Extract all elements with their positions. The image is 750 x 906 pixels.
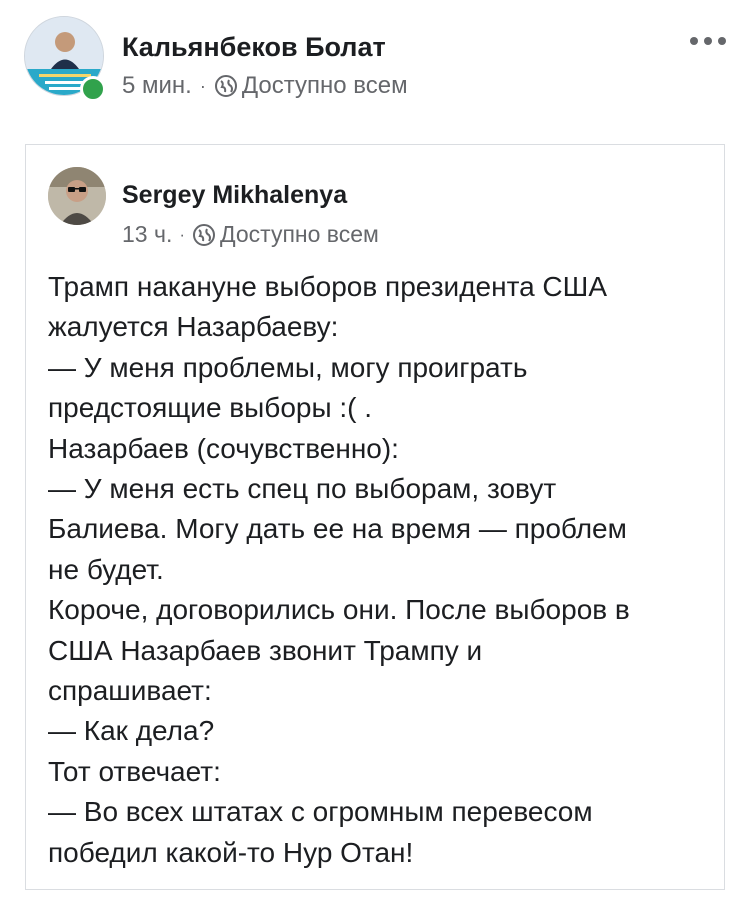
post-text-line: — У меня есть спец по выборам, зовут bbox=[48, 473, 557, 505]
post-text-line: Назарбаев (сочувственно): bbox=[48, 432, 399, 464]
more-options-button[interactable] bbox=[690, 34, 726, 48]
post-text-line: — У меня проблемы, могу проиграть bbox=[48, 351, 528, 383]
more-dot-icon bbox=[704, 37, 712, 45]
more-dot-icon bbox=[690, 37, 698, 45]
globe-icon bbox=[214, 74, 238, 98]
shared-post-time[interactable]: 13 ч. bbox=[122, 221, 172, 248]
globe-icon bbox=[192, 223, 216, 247]
post-header: Кальянбеков Болат 5 мин. · Доступно всем bbox=[24, 16, 726, 116]
shared-post-audience[interactable]: Доступно всем bbox=[220, 221, 379, 248]
profile-photo-icon bbox=[48, 167, 106, 225]
meta-separator: · bbox=[199, 75, 206, 96]
post-text-line: не будет. bbox=[48, 553, 164, 585]
post-text-line: жалуется Назарбаеву: bbox=[48, 311, 339, 343]
shared-author-avatar[interactable] bbox=[48, 167, 106, 225]
post-text-line: спрашивает: bbox=[48, 675, 212, 707]
post-text-line: Тот отвечает: bbox=[48, 755, 221, 787]
post-text-line: — Как дела? bbox=[48, 715, 215, 747]
post-text-line: Трамп накануне выборов президента США bbox=[48, 271, 607, 302]
post-text-line: Короче, договорились они. После выборов … bbox=[48, 594, 630, 626]
shared-post-meta: 13 ч. · Доступно всем bbox=[122, 221, 379, 248]
post-text: Трамп накануне выборов президента США жа… bbox=[48, 267, 708, 873]
more-dot-icon bbox=[718, 37, 726, 45]
post-text-line: Балиева. Могу дать ее на время — проблем bbox=[48, 513, 627, 545]
shared-author-name[interactable]: Sergey Mikhalenya bbox=[122, 181, 347, 210]
author-name[interactable]: Кальянбеков Болат bbox=[122, 32, 386, 63]
post-audience[interactable]: Доступно всем bbox=[242, 72, 408, 100]
shared-post-card[interactable]: Sergey Mikhalenya 13 ч. · Доступно всем … bbox=[25, 144, 725, 890]
post-time[interactable]: 5 мин. bbox=[122, 72, 192, 100]
post-text-line: предстоящие выборы :( . bbox=[48, 392, 373, 424]
online-status-indicator bbox=[80, 76, 106, 102]
meta-separator: · bbox=[179, 224, 186, 244]
post-text-line: победил какой-то Нур Отан! bbox=[48, 836, 414, 868]
post-text-line: США Назарбаев звонит Трампу и bbox=[48, 634, 483, 666]
post-text-line: — Во всех штатах с огромным перевесом bbox=[48, 796, 593, 828]
post-meta: 5 мин. · Доступно всем bbox=[122, 72, 408, 100]
